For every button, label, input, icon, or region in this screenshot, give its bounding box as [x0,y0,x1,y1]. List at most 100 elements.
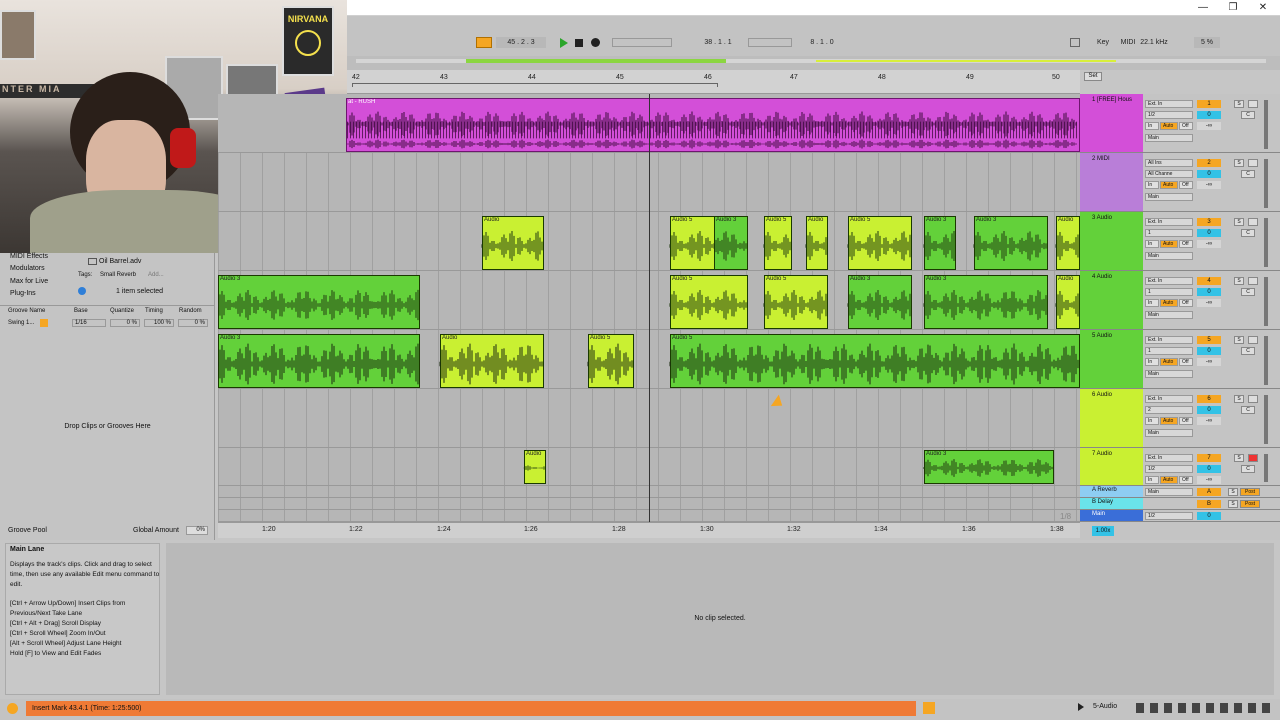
track-name[interactable]: 1 [FREE] Hous [1080,94,1143,152]
main-volume[interactable]: 0 [1197,512,1221,520]
arrangement-overview[interactable] [346,56,1280,70]
track-name[interactable]: 3 Audio [1080,212,1143,270]
arrangement-view[interactable]: at - RUSH Audio Audio 5 Audio 3 Audio 5 … [218,94,1080,522]
pan-value[interactable]: C [1241,170,1255,178]
groove-drop-zone[interactable]: Drop Clips or Grooves Here [0,423,215,430]
follow-button[interactable] [476,37,492,48]
audio-clip[interactable]: at - RUSH [346,98,1080,152]
pan-value[interactable]: C [1241,465,1255,473]
record-arm-button[interactable] [1248,218,1258,226]
input-channel-select[interactable]: 1 [1145,347,1193,355]
monitor-off-button[interactable]: Off [1179,181,1193,189]
audio-clip[interactable]: Audio 3 [714,216,748,270]
monitor-auto-button[interactable]: Auto [1160,240,1178,248]
solo-button[interactable]: S [1234,277,1244,285]
close-button[interactable]: ✕ [1256,2,1270,14]
input-type-select[interactable]: Ext. In [1145,454,1193,462]
input-channel-select[interactable]: 1/2 [1145,111,1193,119]
monitor-in-button[interactable]: In [1145,299,1159,307]
browser-item-modulators[interactable]: Modulators [10,265,45,272]
input-channel-select[interactable]: 1 [1145,288,1193,296]
browser-item-plug-ins[interactable]: Plug-Ins [10,290,36,297]
audio-clip[interactable]: Audio 5 [670,275,748,329]
monitor-in-button[interactable]: In [1145,417,1159,425]
midi-button[interactable]: MIDI [1118,37,1138,48]
browser-file[interactable]: Oil Barrel.adv [99,258,141,265]
monitor-off-button[interactable]: Off [1179,476,1193,484]
view-toggle-icons[interactable] [1136,703,1272,713]
post-button[interactable]: Post [1240,500,1260,508]
monitor-in-button[interactable]: In [1145,358,1159,366]
restore-button[interactable]: ❐ [1226,2,1240,14]
output-select[interactable]: Main [1145,429,1193,437]
track-header[interactable]: 4 Audio Ext. In 1 In Auto Off Main 4 0 -… [1080,271,1280,330]
solo-button[interactable]: S [1234,454,1244,462]
main-track-header[interactable]: Main 1/2 0 [1080,510,1280,522]
browser-item-midi-effects[interactable]: MIDI Effects [10,253,48,260]
output-select[interactable]: Main [1145,252,1193,260]
tag-add[interactable]: Add... [148,272,164,278]
solo-button[interactable]: S [1234,336,1244,344]
audio-clip[interactable]: Audio 5 [670,334,1080,388]
audio-clip[interactable]: Audio [1056,275,1080,329]
input-channel-select[interactable]: 1/2 [1145,465,1193,473]
post-button[interactable]: Post [1240,488,1260,496]
audio-clip[interactable]: Audio 3 [924,275,1048,329]
record-arm-button[interactable] [1248,336,1258,344]
zoom-value[interactable]: 1.00x [1092,526,1114,536]
return-name[interactable]: A Reverb [1080,486,1143,497]
groove-quantize[interactable]: 0 % [110,319,140,327]
tag-value[interactable]: Small Reverb [100,272,136,278]
audio-clip[interactable]: Audio 3 [218,334,420,388]
monitor-off-button[interactable]: Off [1179,417,1193,425]
solo-button[interactable]: S [1234,100,1244,108]
track-header[interactable]: 2 MIDI All Ins All Channe In Auto Off Ma… [1080,153,1280,212]
key-button[interactable]: Key [1094,37,1112,48]
loop-length[interactable]: 8 . 1 . 0 [798,37,846,48]
return-track-header[interactable]: A Reverb A S Post [1080,486,1280,498]
audio-clip[interactable]: Audio [806,216,828,270]
monitor-auto-button[interactable]: Auto [1160,181,1178,189]
track-name[interactable]: 2 MIDI [1080,153,1143,211]
play-icon[interactable] [560,38,568,48]
track-header[interactable]: 6 Audio Ext. In 2 In Auto Off Main 6 0 -… [1080,389,1280,448]
monitor-in-button[interactable]: In [1145,476,1159,484]
monitor-off-button[interactable]: Off [1179,122,1193,130]
beat-time-ruler[interactable]: 42 43 44 45 46 47 48 49 50 [346,70,1080,94]
track-header[interactable]: 5 Audio Ext. In 1 In Auto Off Main 5 0 -… [1080,330,1280,389]
main-output-select[interactable]: 1/2 [1145,512,1193,520]
monitor-in-button[interactable]: In [1145,240,1159,248]
input-channel-select[interactable]: All Channe [1145,170,1193,178]
monitor-auto-button[interactable]: Auto [1160,476,1178,484]
solo-button[interactable]: S [1234,395,1244,403]
monitor-in-button[interactable]: In [1145,181,1159,189]
groove-row-name[interactable]: Swing 1... [8,320,34,326]
track-name[interactable]: 7 Audio [1080,448,1143,485]
track-header[interactable]: 3 Audio Ext. In 1 In Auto Off Main 3 0 -… [1080,212,1280,271]
monitor-auto-button[interactable]: Auto [1160,358,1178,366]
monitor-off-button[interactable]: Off [1179,299,1193,307]
automation-buttons[interactable] [612,38,672,47]
clip-detail-view[interactable]: No clip selected. [166,543,1274,695]
main-track-name[interactable]: Main [1080,510,1143,521]
volume-value[interactable]: 0 [1197,406,1221,414]
record-arm-button[interactable] [1248,100,1258,108]
minimize-button[interactable]: — [1196,2,1210,14]
solo-button[interactable]: S [1228,500,1238,508]
output-select[interactable]: Main [1145,311,1193,319]
volume-value[interactable]: 0 [1197,170,1221,178]
audio-clip[interactable]: Audio 5 [848,216,912,270]
audio-clip[interactable]: Audio [440,334,544,388]
groove-base-select[interactable]: 1/16 [72,319,106,327]
record-arm-button[interactable] [1248,159,1258,167]
track-activator[interactable]: 5 [1197,336,1221,344]
input-type-select[interactable]: Ext. In [1145,277,1193,285]
time-ruler[interactable]: 1:20 1:22 1:24 1:26 1:28 1:30 1:32 1:34 … [218,522,1080,538]
monitor-in-button[interactable]: In [1145,122,1159,130]
input-channel-select[interactable]: 1 [1145,229,1193,237]
track-activator[interactable]: 3 [1197,218,1221,226]
volume-value[interactable]: 0 [1197,288,1221,296]
audio-clip[interactable]: Audio 3 [924,216,956,270]
input-channel-select[interactable]: 2 [1145,406,1193,414]
volume-value[interactable]: 0 [1197,347,1221,355]
